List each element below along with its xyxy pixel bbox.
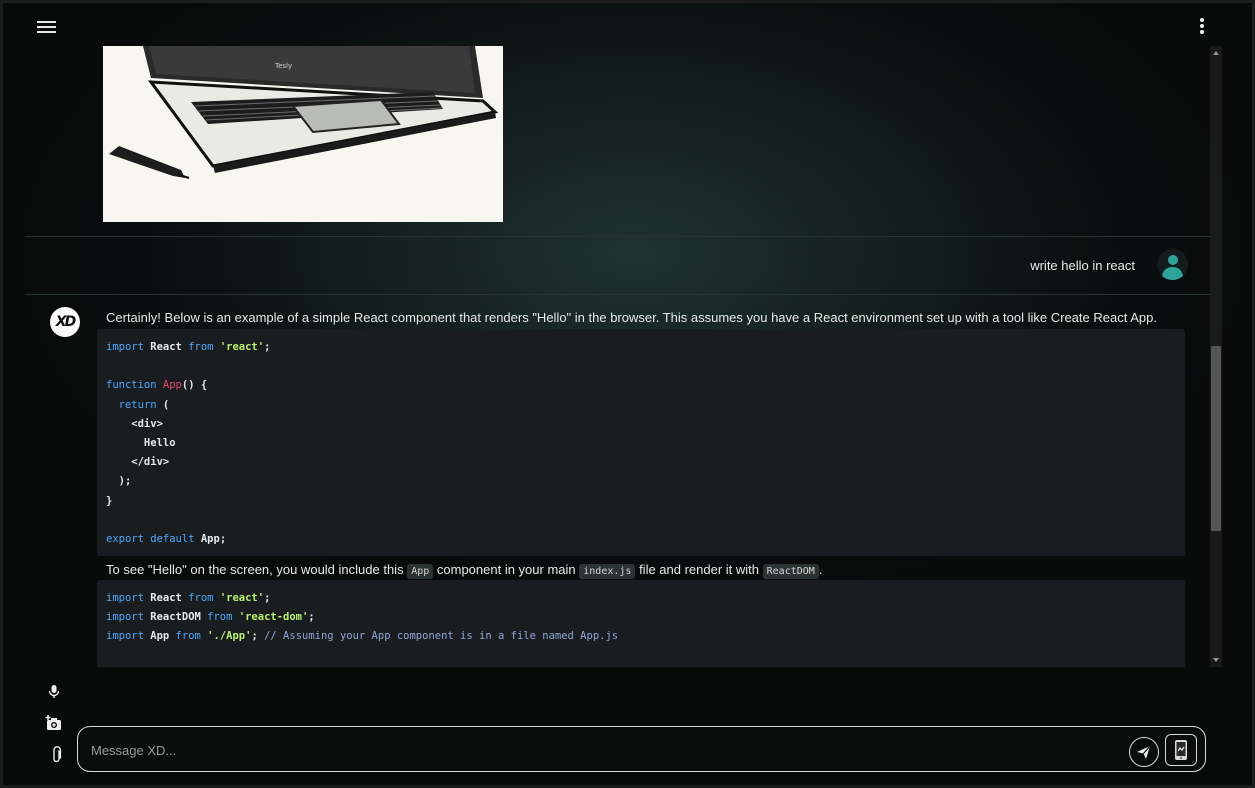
message-divider <box>25 236 1210 237</box>
code-line: export default App; <box>106 533 227 545</box>
scroll-down-arrow-icon[interactable] <box>1213 658 1219 662</box>
send-icon <box>1137 745 1151 759</box>
inline-code-index: index.js <box>579 564 636 579</box>
app-window: Tesly write hello in react XD Certainly!… <box>3 3 1252 785</box>
code-line: } <box>106 494 113 507</box>
scrollbar-thumb[interactable] <box>1211 346 1221 531</box>
message-divider <box>25 294 1210 295</box>
user-avatar-icon <box>1157 249 1188 280</box>
scroll-up-arrow-icon[interactable] <box>1213 51 1219 55</box>
generated-laptop-image: Tesly <box>103 46 503 222</box>
code-line: </div> <box>106 456 170 469</box>
assistant-followup-text: To see "Hello" on the screen, you would … <box>106 562 823 579</box>
paperclip-icon[interactable] <box>51 746 63 769</box>
followup-part3: file and render it with <box>639 562 760 577</box>
code-line: <div> <box>106 417 163 430</box>
message-composer <box>77 726 1206 772</box>
inline-code-reactdom: ReactDOM <box>762 564 819 579</box>
code-block-index: import React from 'react'; import ReactDO… <box>97 580 1185 667</box>
code-line: import React from 'react'; <box>106 341 271 353</box>
hamburger-menu-icon[interactable] <box>37 17 59 37</box>
followup-part2: component in your main <box>436 562 576 577</box>
code-line: Hello <box>106 437 176 449</box>
app-switch-icon <box>1175 740 1187 760</box>
code-block-index-content: import React from 'react'; import ReactDO… <box>97 580 1185 656</box>
chat-scroll-area[interactable]: Tesly write hello in react XD Certainly!… <box>25 46 1210 667</box>
followup-part4: . <box>818 562 823 577</box>
assistant-intro-text: Certainly! Below is an example of a simp… <box>106 310 1157 325</box>
app-switch-button[interactable] <box>1165 734 1197 766</box>
microphone-icon[interactable] <box>48 684 60 705</box>
code-line: import React from 'react'; <box>106 592 271 604</box>
inline-code-app: App <box>407 564 434 579</box>
code-line: import ReactDOM from 'react-dom'; <box>106 611 315 624</box>
send-button[interactable] <box>1129 737 1159 767</box>
code-line: import App from './App'; // Assuming you… <box>106 630 619 643</box>
code-block-app-content: import React from 'react'; function App()… <box>97 329 1185 558</box>
user-message-text: write hello in react <box>1030 258 1135 273</box>
laptop-brand-text: Tesly <box>274 62 292 70</box>
code-line: return ( <box>118 398 170 411</box>
camera-plus-icon[interactable] <box>45 715 63 737</box>
code-line: function App() { <box>106 379 208 392</box>
chat-scrollbar[interactable] <box>1210 46 1222 667</box>
code-line: ); <box>106 475 132 488</box>
assistant-avatar-icon: XD <box>50 307 80 337</box>
followup-part1: To see "Hello" on the screen, you would … <box>106 562 404 577</box>
code-block-app: import React from 'react'; function App()… <box>97 329 1185 556</box>
more-options-icon[interactable] <box>1198 17 1206 37</box>
message-input[interactable] <box>89 739 1113 761</box>
